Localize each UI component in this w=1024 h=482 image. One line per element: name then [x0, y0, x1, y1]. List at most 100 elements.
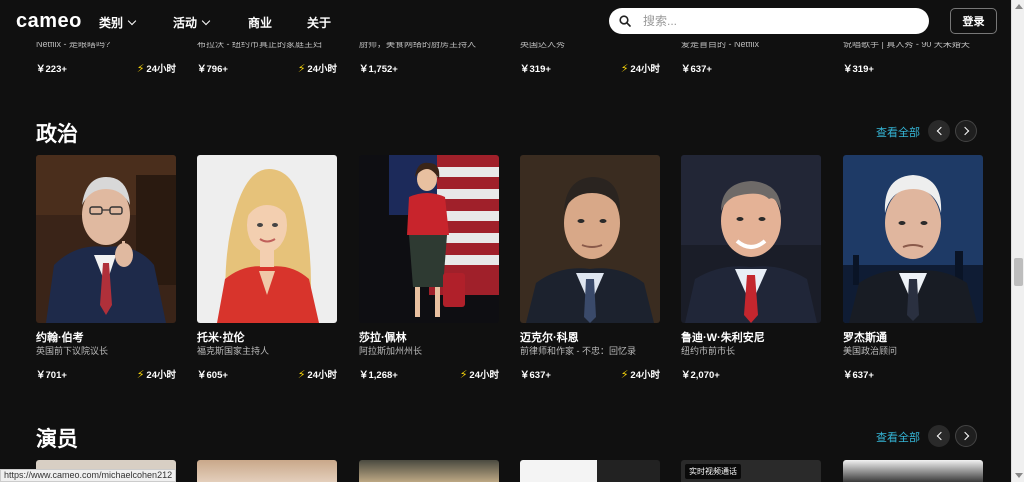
search-bar[interactable]: [609, 8, 929, 34]
fast-delivery: ⚡ 24小时: [620, 367, 660, 382]
talent-photo[interactable]: [197, 155, 337, 323]
talent-name: 托米·拉伦: [197, 332, 245, 344]
fast-delivery: ⚡ 24小时: [298, 367, 337, 382]
chevron-left-icon: [936, 126, 945, 136]
chevron-right-icon: [960, 431, 969, 441]
search-input[interactable]: [643, 14, 903, 28]
prev-arrow-button[interactable]: [928, 120, 950, 142]
bolt-icon: ⚡: [136, 62, 145, 75]
section-title-politics: 政治: [36, 123, 78, 146]
talent-card[interactable]: [520, 460, 660, 482]
price: ￥701+: [36, 370, 67, 381]
delivery-time: 24小时: [307, 370, 337, 381]
top-header: cameo 类别 活动 商业 关于 登录: [0, 0, 1011, 42]
delivery-time: 24小时: [630, 370, 660, 381]
talent-photo[interactable]: [681, 155, 821, 323]
cameo-logo[interactable]: cameo: [16, 10, 82, 33]
talent-photo[interactable]: [520, 155, 660, 323]
next-arrow-button[interactable]: [955, 120, 977, 142]
talent-description: 福克斯国家主持人: [197, 346, 270, 356]
talent-description: 英国前下议院议长: [36, 346, 109, 356]
talent-photo[interactable]: [359, 155, 499, 323]
talent-card[interactable]: 鲁迪·W·朱利安尼 纽约市前市长 ￥2,070+: [681, 155, 821, 381]
list-item[interactable]: Netflix - 是眼瞎吗? ￥223+ ⚡ 24小时: [36, 37, 176, 75]
fast-delivery: ⚡ 24小时: [459, 367, 499, 382]
talent-name: 约翰·伯考: [36, 332, 84, 344]
delivery-time: 24小时: [146, 64, 176, 75]
price: ￥319+: [520, 64, 551, 75]
bolt-icon: ⚡: [136, 368, 145, 381]
nav-about[interactable]: 关于: [307, 14, 331, 31]
price: ￥796+: [197, 64, 228, 75]
list-item[interactable]: 说唱歌手 | 真人秀 - 90 天未婚夫 ￥319+: [843, 37, 983, 75]
talent-card[interactable]: 莎拉·佩林 阿拉斯加州州长 ￥1,268+ ⚡ 24小时: [359, 155, 499, 381]
talent-card[interactable]: 罗杰斯通 美国政治顾问 ￥637+: [843, 155, 983, 381]
talent-description: 美国政治顾问: [843, 346, 898, 356]
delivery-time: 24小时: [469, 370, 499, 381]
delivery-time: 24小时: [146, 370, 176, 381]
talent-card[interactable]: 托米·拉伦 福克斯国家主持人 ￥605+ ⚡ 24小时: [197, 155, 337, 381]
fast-delivery: ⚡ 24小时: [297, 61, 337, 76]
list-item[interactable]: 爱是盲目的 - Netflix ￥637+: [681, 37, 821, 75]
delivery-time: 24小时: [630, 64, 660, 75]
next-arrow-button[interactable]: [955, 425, 977, 447]
chevron-left-icon: [936, 431, 945, 441]
talent-name: 莎拉·佩林: [359, 332, 407, 344]
chevron-right-icon: [960, 126, 969, 136]
talent-card[interactable]: 迈克尔·科恩 前律师和作家 - 不忠：回忆录 ￥637+ ⚡ 24小时: [520, 155, 660, 381]
delivery-time: 24小时: [307, 64, 337, 75]
link-status-bar: https://www.cameo.com/michaelcohen212: [0, 469, 177, 482]
talent-name: 罗杰斯通: [843, 332, 887, 344]
talent-name: 鲁迪·W·朱利安尼: [681, 332, 765, 344]
scrollbar-thumb[interactable]: [1014, 258, 1023, 286]
vertical-scrollbar[interactable]: [1011, 0, 1024, 482]
talent-photo[interactable]: [843, 155, 983, 323]
nav-categories[interactable]: 类别: [99, 14, 137, 31]
previous-section-row: Netflix - 是眼瞎吗? ￥223+ ⚡ 24小时 布拉沃 - 纽约市真正的…: [0, 37, 1011, 82]
price: ￥637+: [843, 370, 874, 381]
price: ￥223+: [36, 64, 67, 75]
scroll-down-icon[interactable]: [1015, 473, 1023, 478]
fast-delivery: ⚡ 24小时: [620, 61, 660, 76]
scroll-up-icon[interactable]: [1015, 4, 1023, 9]
bolt-icon: ⚡: [620, 62, 629, 75]
bolt-icon: ⚡: [459, 368, 468, 381]
see-all-link-politics[interactable]: 查看全部: [876, 124, 920, 140]
chevron-down-icon: [127, 16, 137, 26]
talent-description: 前律师和作家 - 不忠：回忆录: [520, 346, 636, 356]
talent-card[interactable]: 约翰·伯考 英国前下议院议长 ￥701+ ⚡ 24小时: [36, 155, 176, 381]
price: ￥2,070+: [681, 370, 720, 381]
live-video-badge: 实时视频通话: [685, 464, 741, 479]
nav-events[interactable]: 活动: [173, 14, 211, 31]
list-item[interactable]: 厨师，美食网络的厨房主持人 ￥1,752+: [359, 37, 499, 75]
price: ￥637+: [520, 370, 551, 381]
talent-card[interactable]: [197, 460, 337, 482]
nav-events-label: 活动: [173, 16, 198, 30]
search-icon: [619, 15, 631, 27]
price: ￥605+: [197, 370, 228, 381]
fast-delivery: ⚡ 24小时: [136, 367, 176, 382]
list-item[interactable]: 布拉沃 - 纽约市真正的家庭主妇 ￥796+ ⚡ 24小时: [197, 37, 337, 75]
talent-card[interactable]: [843, 460, 983, 482]
price: ￥637+: [681, 64, 712, 75]
talent-name: 迈克尔·科恩: [520, 332, 579, 344]
nav-business-label: 商业: [248, 16, 273, 30]
price: ￥319+: [843, 64, 874, 75]
talent-photo[interactable]: [36, 155, 176, 323]
nav-business[interactable]: 商业: [248, 14, 272, 31]
price: ￥1,268+: [359, 370, 398, 381]
fast-delivery: ⚡ 24小时: [136, 61, 176, 76]
bolt-icon: ⚡: [620, 368, 629, 381]
chevron-down-icon: [201, 16, 211, 26]
nav-about-label: 关于: [307, 16, 332, 30]
bolt-icon: ⚡: [297, 62, 306, 75]
see-all-link-actors[interactable]: 查看全部: [876, 429, 920, 445]
talent-description: 阿拉斯加州州长: [359, 346, 423, 356]
talent-description: 纽约市前市长: [681, 346, 736, 356]
list-item[interactable]: 英国达人秀 ￥319+ ⚡ 24小时: [520, 37, 660, 75]
nav-categories-label: 类别: [99, 16, 124, 30]
talent-card[interactable]: [359, 460, 499, 482]
login-button[interactable]: 登录: [950, 8, 997, 34]
prev-arrow-button[interactable]: [928, 425, 950, 447]
talent-card[interactable]: 实时视频通话: [681, 460, 821, 482]
